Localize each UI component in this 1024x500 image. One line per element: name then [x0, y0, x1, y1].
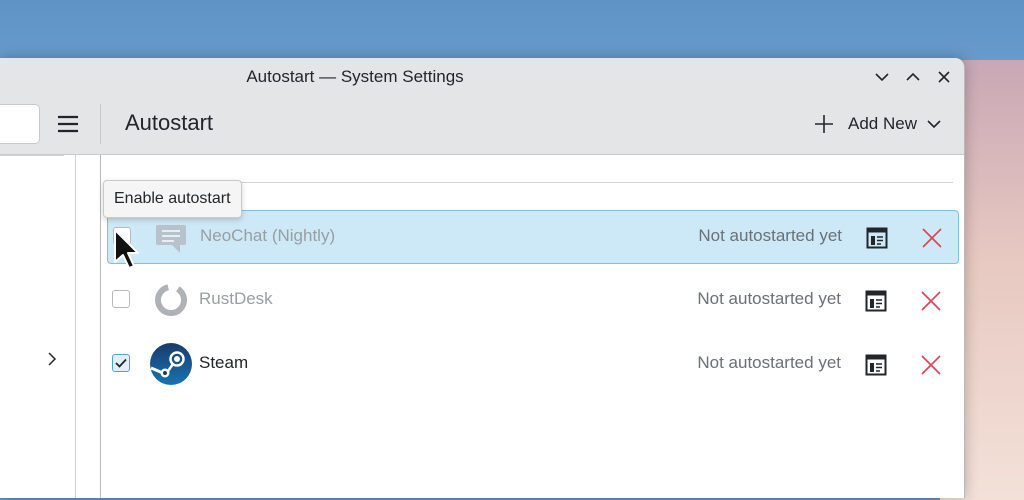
toolbar-divider — [100, 104, 101, 144]
system-settings-window: Autostart — System Settings Autostart Ad… — [0, 58, 965, 498]
mouse-cursor-icon — [114, 229, 139, 269]
close-icon[interactable] — [934, 67, 954, 87]
sidebar — [0, 155, 76, 498]
list-item-neochat[interactable]: NeoChat (Nightly) Not autostarted yet — [107, 210, 959, 264]
window-title: Autostart — System Settings — [246, 67, 464, 86]
delete-icon[interactable] — [920, 226, 944, 250]
sidebar-divider — [0, 155, 64, 156]
steam-icon — [150, 343, 192, 385]
list-item-steam[interactable]: Steam Not autostarted yet — [107, 338, 957, 390]
status-text: Not autostarted yet — [697, 353, 841, 372]
status-text: Not autostarted yet — [697, 289, 841, 308]
add-new-label: Add New — [848, 114, 917, 133]
delete-icon[interactable] — [919, 289, 943, 313]
maximize-icon[interactable] — [903, 67, 923, 87]
rustdesk-icon — [155, 284, 187, 316]
chevron-right-icon[interactable] — [44, 351, 60, 367]
minimize-icon[interactable] — [872, 67, 892, 87]
neochat-icon — [156, 225, 186, 253]
app-name: Steam — [199, 353, 249, 372]
hamburger-menu-icon[interactable] — [56, 112, 80, 136]
tooltip: Enable autostart — [103, 180, 242, 218]
enable-autostart-checkbox[interactable] — [112, 354, 130, 372]
header-toolbar: Autostart Add New — [0, 96, 964, 155]
properties-icon[interactable] — [865, 290, 887, 312]
plus-icon — [815, 115, 833, 133]
add-new-button[interactable]: Add New — [812, 109, 943, 139]
enable-autostart-checkbox[interactable] — [112, 290, 130, 308]
search-input[interactable] — [0, 104, 40, 144]
title-bar: Autostart — System Settings — [0, 58, 964, 96]
delete-icon[interactable] — [919, 353, 943, 377]
properties-icon[interactable] — [865, 354, 887, 376]
status-text: Not autostarted yet — [698, 226, 842, 245]
properties-icon[interactable] — [866, 227, 888, 249]
page-title: Autostart — [125, 110, 214, 135]
app-name: RustDesk — [199, 289, 273, 308]
list-item-rustdesk[interactable]: RustDesk Not autostarted yet — [107, 274, 957, 326]
chevron-down-icon — [927, 120, 941, 129]
app-name: NeoChat (Nightly) — [200, 226, 336, 245]
checkmark-icon — [115, 358, 127, 368]
